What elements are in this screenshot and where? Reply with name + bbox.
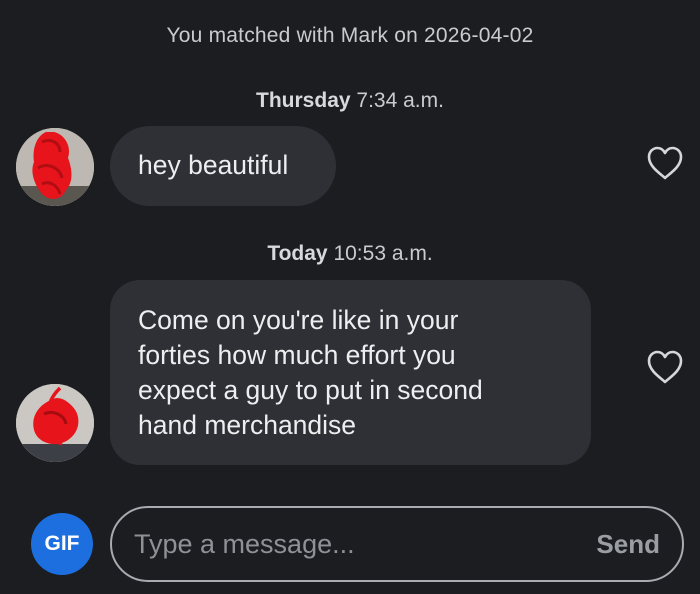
like-button[interactable] <box>646 350 684 384</box>
heart-outline-icon <box>647 350 683 384</box>
timestamp-day: Thursday <box>256 89 351 112</box>
redacted-avatar-image <box>16 384 94 462</box>
message-composer: Send <box>110 506 684 582</box>
timestamp-time: 7:34 a.m. <box>356 89 444 112</box>
gif-button[interactable]: GIF <box>31 513 93 575</box>
redacted-avatar-image <box>16 128 94 206</box>
message-bubble[interactable]: Come on you're like in your forties how … <box>110 280 591 465</box>
avatar[interactable] <box>16 384 94 462</box>
avatar[interactable] <box>16 128 94 206</box>
timestamp-day: Today <box>267 242 328 265</box>
send-button[interactable]: Send <box>596 529 660 560</box>
match-note: You matched with Mark on 2026-04-02 <box>166 24 534 47</box>
message-timestamp: Today 10:53 a.m. <box>0 242 700 266</box>
message-input[interactable] <box>134 528 587 560</box>
like-button[interactable] <box>646 146 684 180</box>
message-bubble[interactable]: hey beautiful <box>110 126 336 206</box>
timestamp-time: 10:53 a.m. <box>333 242 433 265</box>
message-timestamp: Thursday 7:34 a.m. <box>0 89 700 113</box>
heart-outline-icon <box>647 146 683 180</box>
